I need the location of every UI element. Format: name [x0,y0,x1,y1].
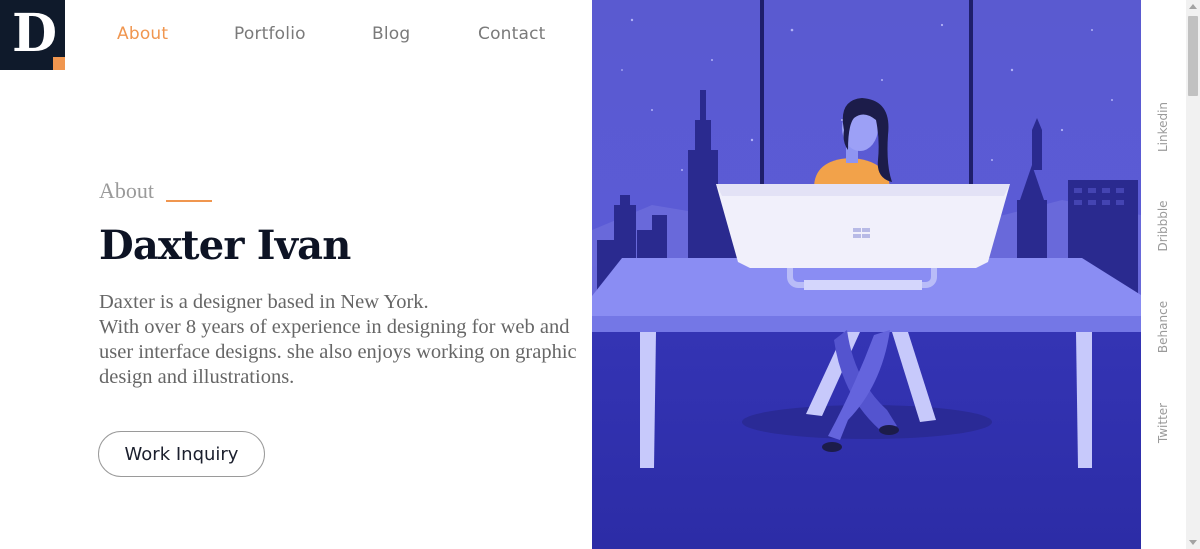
section-label: About [99,178,154,203]
nav-link-portfolio[interactable]: Portfolio [234,24,306,44]
hero-illustration [592,0,1141,549]
scroll-down-arrow-icon[interactable] [1189,540,1197,545]
social-link-dribbble[interactable]: Dribbble [1156,200,1170,251]
vertical-scrollbar[interactable] [1186,0,1200,549]
nav-link-about[interactable]: About [117,24,168,44]
social-sidebar: Linkedin Dribbble Behance Twitter [1141,0,1186,549]
bio: Daxter is a designer based in New York. … [99,290,589,390]
social-link-behance[interactable]: Behance [1156,301,1170,353]
bio-line-1: Daxter is a designer based in New York. [99,291,429,313]
logo-accent-square [53,57,65,70]
work-inquiry-button[interactable]: Work Inquiry [98,431,265,477]
bio-line-2: With over 8 years of experience in desig… [99,316,577,388]
social-link-twitter[interactable]: Twitter [1156,403,1170,443]
scrollbar-thumb[interactable] [1188,16,1198,96]
social-link-linkedin[interactable]: Linkedin [1156,102,1170,152]
logo[interactable]: D [0,0,65,70]
scroll-up-arrow-icon[interactable] [1189,4,1197,9]
nav-link-contact[interactable]: Contact [478,24,546,44]
nav-link-blog[interactable]: Blog [372,24,410,44]
logo-letter: D [12,3,58,64]
monitor [716,184,1010,268]
woman-at-desk-illustration-icon [592,0,1141,549]
hero-name: Daxter Ivan [99,222,351,269]
section-label-underline [166,200,212,202]
